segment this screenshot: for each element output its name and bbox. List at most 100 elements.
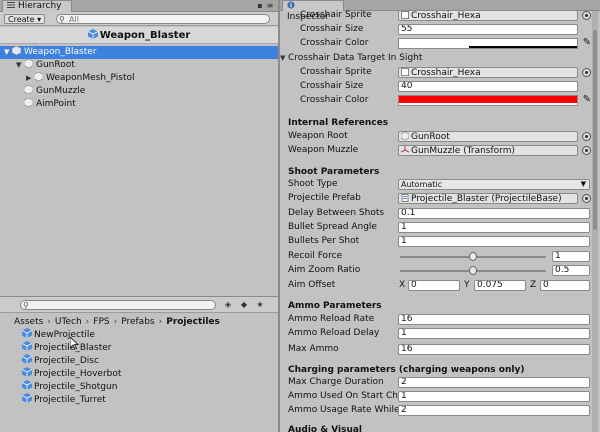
gameobject-cube-icon bbox=[400, 132, 410, 141]
eyedropper-icon[interactable]: ✎ bbox=[582, 94, 592, 106]
shoot-type-row: Shoot Type Automatic ▼ bbox=[286, 178, 596, 191]
favorite-star-icon[interactable]: ★ bbox=[256, 300, 264, 309]
filter-by-type-icon[interactable]: ◈ bbox=[224, 300, 232, 309]
ammo-used-on-start-input[interactable]: 1 bbox=[398, 391, 590, 402]
panel-menu-icon[interactable]: ≡ bbox=[266, 1, 274, 10]
recoil-slider-handle[interactable] bbox=[469, 252, 477, 261]
list-item[interactable]: Projectile_Shotgun bbox=[21, 380, 117, 392]
ammo-usage-rate-input[interactable]: 2 bbox=[398, 405, 590, 416]
breadcrumb-fps[interactable]: FPS bbox=[93, 317, 109, 327]
target-size-input[interactable]: 40 bbox=[398, 81, 578, 92]
tree-item-gunroot[interactable]: ▼ GunRoot bbox=[0, 58, 278, 72]
weapon-muzzle-field[interactable]: GunMuzzle (Transform) bbox=[398, 145, 578, 156]
list-item[interactable]: NewProjectile bbox=[21, 328, 95, 340]
list-icon bbox=[7, 1, 15, 9]
bullet-spread-row: Bullet Spread Angle 1 bbox=[286, 221, 596, 234]
aim-offset-z-input[interactable]: 0 bbox=[540, 280, 590, 291]
filter-by-label-icon[interactable]: ◆ bbox=[240, 300, 248, 309]
field-label: Weapon Root bbox=[288, 131, 348, 141]
field-label: Crosshair Size bbox=[300, 81, 364, 91]
object-picker-icon[interactable] bbox=[582, 132, 591, 141]
scene-header[interactable]: Weapon_Blaster bbox=[0, 27, 278, 44]
shoot-parameters-header: Shoot Parameters bbox=[288, 167, 380, 177]
dropdown-arrow-icon: ▼ bbox=[580, 180, 586, 188]
tree-item-weapon-blaster[interactable]: ▼ Weapon_Blaster bbox=[0, 45, 278, 59]
crosshair-target-foldout[interactable]: ▼ Crosshair Data Target In Sight bbox=[280, 52, 596, 65]
aim-zoom-ratio-input[interactable]: 0.5 bbox=[552, 265, 590, 276]
field-value: 2 bbox=[401, 405, 407, 415]
field-value: 1 bbox=[555, 251, 561, 261]
field-label: Delay Between Shots bbox=[288, 208, 385, 218]
crosshair-sprite-field[interactable]: Crosshair_Hexa bbox=[398, 10, 578, 21]
bullet-spread-input[interactable]: 1 bbox=[398, 222, 590, 233]
bullets-per-shot-input[interactable]: 1 bbox=[398, 236, 590, 247]
dropdown-value: Automatic bbox=[401, 180, 443, 189]
breadcrumb-projectiles[interactable]: Projectiles bbox=[166, 317, 220, 327]
max-charge-duration-input[interactable]: 2 bbox=[398, 377, 590, 388]
max-ammo-input[interactable]: 16 bbox=[398, 344, 590, 355]
lock-icon[interactable]: ▪ bbox=[256, 1, 264, 10]
breadcrumb-prefabs[interactable]: Prefabs bbox=[121, 317, 154, 327]
tree-item-gunmuzzle[interactable]: GunMuzzle bbox=[0, 84, 278, 98]
tree-item-weaponmesh-pistol[interactable]: ▶ WeaponMesh_Pistol bbox=[0, 71, 278, 85]
object-picker-icon[interactable] bbox=[582, 68, 591, 77]
field-value: GunRoot bbox=[411, 132, 450, 142]
zoom-slider-handle[interactable] bbox=[469, 266, 477, 275]
weapon-muzzle-row: Weapon Muzzle GunMuzzle (Transform) bbox=[286, 144, 596, 157]
axis-y-label: Y bbox=[464, 280, 470, 290]
ammo-reload-rate-row: Ammo Reload Rate 16 bbox=[286, 313, 596, 326]
charging-parameters-header: Charging parameters (charging weapons on… bbox=[288, 365, 525, 375]
gameobject-cube-icon bbox=[23, 97, 34, 108]
field-value: 0.1 bbox=[401, 208, 416, 218]
collapse-arrow-icon[interactable]: ▶ bbox=[26, 72, 34, 85]
ammo-parameters-header: Ammo Parameters bbox=[288, 301, 382, 311]
expand-arrow-icon[interactable]: ▼ bbox=[4, 46, 12, 59]
object-picker-icon[interactable] bbox=[582, 11, 591, 20]
aim-offset-x-input[interactable]: 0 bbox=[408, 280, 460, 291]
target-size-row: Crosshair Size 40 bbox=[286, 80, 596, 93]
object-picker-icon[interactable] bbox=[582, 194, 591, 203]
object-picker-icon[interactable] bbox=[582, 146, 591, 155]
hierarchy-tabbar: Hierarchy ▪ ≡ bbox=[0, 0, 278, 12]
target-color-row: Crosshair Color ✎ bbox=[286, 94, 596, 107]
project-search-input[interactable]: ⚲ bbox=[20, 300, 216, 310]
tree-item-aimpoint[interactable]: AimPoint bbox=[0, 97, 278, 111]
delay-between-shots-input[interactable]: 0.1 bbox=[398, 208, 590, 219]
field-value: 16 bbox=[401, 314, 413, 324]
foldout-arrow-icon[interactable]: ▼ bbox=[280, 52, 288, 65]
list-item[interactable]: Projectile_Hoverbot bbox=[21, 367, 121, 379]
field-label: Bullets Per Shot bbox=[288, 236, 360, 246]
hierarchy-toolbar: Create ▾ ⚲ All bbox=[0, 12, 278, 26]
aim-offset-y-input[interactable]: 0.075 bbox=[474, 280, 526, 291]
hierarchy-search-input[interactable]: ⚲ All bbox=[56, 14, 270, 24]
create-button[interactable]: Create ▾ bbox=[4, 14, 46, 24]
tab-hierarchy[interactable]: Hierarchy bbox=[2, 0, 72, 12]
projectile-prefab-field[interactable]: Projectile_Blaster (ProjectileBase) bbox=[398, 193, 578, 204]
recoil-force-input[interactable]: 1 bbox=[552, 251, 590, 262]
list-item[interactable]: Projectile_Disc bbox=[21, 354, 99, 366]
weapon-root-field[interactable]: GunRoot bbox=[398, 131, 578, 142]
crosshair-size-input[interactable]: 55 bbox=[398, 24, 578, 35]
gameobject-cube-icon bbox=[23, 58, 34, 69]
crosshair-size-row: Crosshair Size 55 bbox=[286, 23, 596, 36]
target-sprite-row: Crosshair Sprite Crosshair_Hexa bbox=[286, 66, 596, 79]
ammo-reload-rate-input[interactable]: 16 bbox=[398, 314, 590, 325]
field-value: Crosshair_Hexa bbox=[411, 11, 481, 21]
target-sprite-field[interactable]: Crosshair_Hexa bbox=[398, 67, 578, 78]
list-item[interactable]: Projectile_Turret bbox=[21, 393, 106, 405]
breadcrumb-assets[interactable]: Assets bbox=[14, 317, 43, 327]
list-item[interactable]: Projectile_Blaster bbox=[21, 341, 111, 353]
crosshair-color-swatch[interactable] bbox=[398, 38, 578, 49]
recoil-force-row: Recoil Force 1 bbox=[286, 250, 596, 263]
field-value: Crosshair_Hexa bbox=[411, 68, 481, 78]
target-color-swatch[interactable] bbox=[398, 95, 578, 106]
field-value: 0 bbox=[411, 280, 417, 290]
field-label: Projectile Prefab bbox=[288, 193, 361, 203]
shoot-type-dropdown[interactable]: Automatic ▼ bbox=[398, 179, 590, 190]
eyedropper-icon[interactable]: ✎ bbox=[582, 37, 592, 49]
expand-arrow-icon[interactable]: ▼ bbox=[16, 59, 24, 72]
field-value: 55 bbox=[401, 24, 413, 34]
field-value: 1 bbox=[401, 222, 407, 232]
ammo-reload-delay-input[interactable]: 1 bbox=[398, 328, 590, 339]
breadcrumb-utech[interactable]: UTech bbox=[55, 317, 82, 327]
